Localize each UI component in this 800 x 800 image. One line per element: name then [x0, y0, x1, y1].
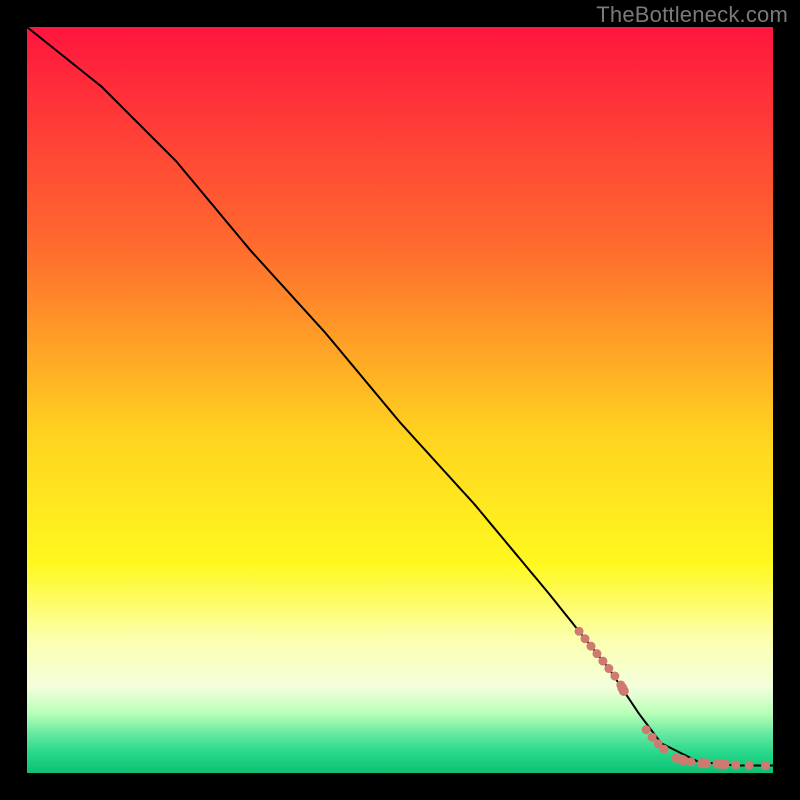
watermark-text: TheBottleneck.com	[596, 2, 788, 28]
plot-area	[27, 27, 773, 773]
marker-point	[604, 664, 613, 673]
marker-point	[610, 672, 619, 681]
marker-point	[592, 649, 601, 658]
marker-point	[581, 634, 590, 643]
marker-point	[686, 757, 695, 766]
marker-point	[660, 745, 669, 754]
marker-point	[701, 758, 711, 768]
marker-point	[761, 761, 770, 770]
marker-point	[619, 686, 629, 696]
marker-point	[642, 725, 651, 734]
marker-point	[648, 733, 657, 742]
chart-frame: TheBottleneck.com	[0, 0, 800, 800]
chart-svg	[27, 27, 773, 773]
marker-point	[575, 627, 584, 636]
marker-point	[720, 759, 730, 769]
marker-point	[598, 657, 607, 666]
chart-background	[27, 27, 773, 773]
marker-point	[731, 760, 740, 769]
marker-point	[745, 761, 754, 770]
marker-point	[586, 642, 595, 651]
